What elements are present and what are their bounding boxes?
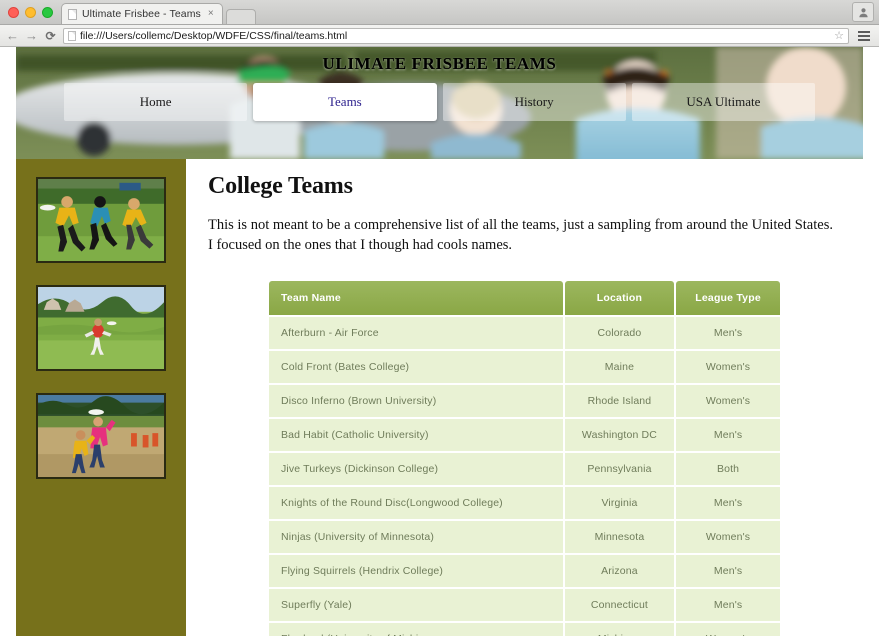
nav-item-home[interactable]: Home [64,83,247,121]
address-bar-url: file:///Users/collemc/Desktop/WDFE/CSS/f… [80,30,347,42]
table-row: Knights of the Round Disc(Longwood Colle… [269,487,780,519]
table-row: Jive Turkeys (Dickinson College) Pennsyl… [269,453,780,485]
browser-menu-button[interactable] [855,31,873,41]
teams-table: Team Name Location League Type Afterburn… [267,279,782,636]
nav-item-history[interactable]: History [443,83,626,121]
menu-line [858,39,870,41]
bookmark-star-icon[interactable]: ☆ [834,29,844,42]
minimize-window-button[interactable] [25,7,36,18]
column-header-league-type[interactable]: League Type [676,281,780,315]
cell-team-name: Afterburn - Air Force [269,317,563,349]
sidebar-photo-3 [36,393,166,479]
cell-league-type: Men's [676,555,780,587]
site-title: ULIMATE FRISBEE TEAMS [16,47,863,74]
cell-team-name: Superfly (Yale) [269,589,563,621]
cell-location: Colorado [565,317,674,349]
sidebar [16,159,186,636]
column-header-location[interactable]: Location [565,281,674,315]
cell-league-type: Women's [676,623,780,636]
browser-tab[interactable]: Ultimate Frisbee - Teams × [61,3,223,24]
nav-item-usa-ultimate[interactable]: USA Ultimate [632,83,815,121]
cell-location: Minnesota [565,521,674,553]
table-body: Afterburn - Air Force Colorado Men's Col… [269,317,780,636]
frisbee-field-photo-icon [38,287,164,369]
site-nav: Home Teams History USA Ultimate [16,83,863,121]
page-body: College Teams This is not meant to be a … [16,159,863,636]
new-tab-button[interactable] [226,9,256,24]
cell-league-type: Men's [676,487,780,519]
menu-line [858,31,870,33]
cell-team-name: Flying Squirrels (Hendrix College) [269,555,563,587]
cell-location: Washington DC [565,419,674,451]
cell-location: Virginia [565,487,674,519]
table-row: Afterburn - Air Force Colorado Men's [269,317,780,349]
address-bar[interactable]: file:///Users/collemc/Desktop/WDFE/CSS/f… [63,28,849,44]
cell-league-type: Women's [676,385,780,417]
main-content: College Teams This is not meant to be a … [186,159,863,636]
cell-team-name: Cold Front (Bates College) [269,351,563,383]
cell-team-name: Knights of the Round Disc(Longwood Colle… [269,487,563,519]
close-tab-icon[interactable]: × [206,9,216,19]
table-row: Cold Front (Bates College) Maine Women's [269,351,780,383]
maximize-window-button[interactable] [42,7,53,18]
cell-league-type: Men's [676,317,780,349]
cell-team-name: Bad Habit (Catholic University) [269,419,563,451]
cell-league-type: Men's [676,589,780,621]
menu-line [858,35,870,37]
frisbee-catch-photo-icon [38,395,164,477]
site-header: ULIMATE FRISBEE TEAMS Home Teams History… [16,47,863,159]
nav-item-teams[interactable]: Teams [253,83,436,121]
person-icon [858,7,869,18]
page-title: College Teams [208,173,841,200]
table-row: Flying Squirrels (Hendrix College) Arizo… [269,555,780,587]
tab-strip: Ultimate Frisbee - Teams × [0,0,879,25]
browser-toolbar: ← → ⟳ file:///Users/collemc/Desktop/WDFE… [0,25,879,47]
browser-window: Ultimate Frisbee - Teams × ← → ⟳ file://… [0,0,879,636]
cell-league-type: Women's [676,521,780,553]
cell-team-name: Ninjas (University of Minnesota) [269,521,563,553]
cell-location: Maine [565,351,674,383]
page-favicon-icon [68,9,77,20]
tab-title: Ultimate Frisbee - Teams [82,8,201,20]
forward-button[interactable]: → [25,29,38,42]
table-row: Bad Habit (Catholic University) Washingt… [269,419,780,451]
column-header-team-name[interactable]: Team Name [269,281,563,315]
page-favicon-icon [68,31,76,41]
sidebar-photo-1 [36,177,166,263]
cell-location: Rhode Island [565,385,674,417]
table-header-row: Team Name Location League Type [269,281,780,315]
page-viewport: ULIMATE FRISBEE TEAMS Home Teams History… [0,47,879,636]
cell-team-name: Disco Inferno (Brown University) [269,385,563,417]
window-controls [0,7,61,24]
profile-button[interactable] [852,2,874,22]
cell-team-name: Jive Turkeys (Dickinson College) [269,453,563,485]
table-row: Ninjas (University of Minnesota) Minneso… [269,521,780,553]
intro-paragraph: This is not meant to be a comprehensive … [208,216,841,255]
back-button[interactable]: ← [6,29,19,42]
frisbee-players-photo-icon [38,179,164,261]
cell-team-name: Flywheel (University of Michigan [269,623,563,636]
cell-location: Connecticut [565,589,674,621]
cell-location: Pennsylvania [565,453,674,485]
cell-league-type: Women's [676,351,780,383]
table-row: Superfly (Yale) Connecticut Men's [269,589,780,621]
cell-league-type: Men's [676,419,780,451]
close-window-button[interactable] [8,7,19,18]
cell-location: Arizona [565,555,674,587]
table-head: Team Name Location League Type [269,281,780,315]
reload-button[interactable]: ⟳ [44,30,57,42]
table-row: Flywheel (University of Michigan Michiga… [269,623,780,636]
cell-location: Michigan [565,623,674,636]
sidebar-photo-2 [36,285,166,371]
table-row: Disco Inferno (Brown University) Rhode I… [269,385,780,417]
cell-league-type: Both [676,453,780,485]
